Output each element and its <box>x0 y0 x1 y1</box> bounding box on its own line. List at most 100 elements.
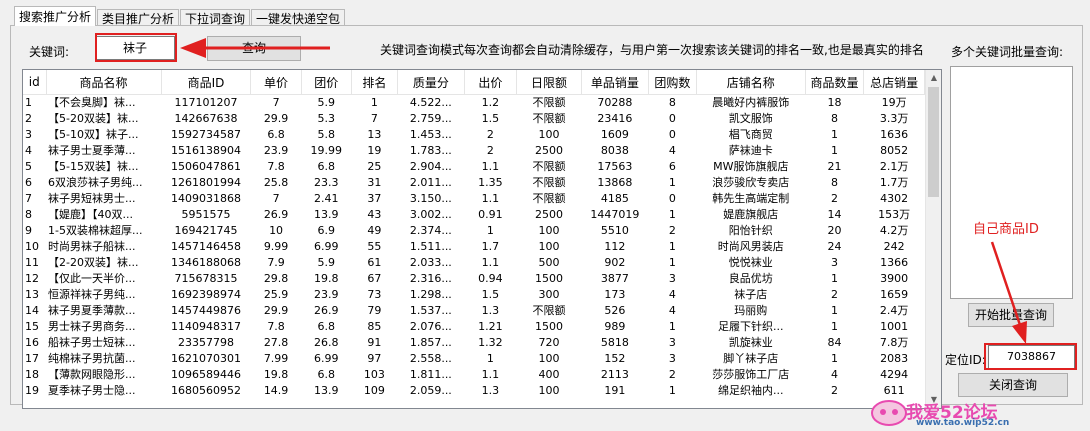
table-cell: 夏季袜子男士隐... <box>48 384 136 397</box>
tab-category-promotion[interactable]: 类目推广分析 <box>97 9 180 26</box>
locate-id-input[interactable]: 7038867 <box>988 345 1075 369</box>
table-scrollbar[interactable]: ▲ ▼ <box>925 70 941 408</box>
table-cell: 526 <box>604 304 626 317</box>
column-header[interactable]: 单价 <box>250 70 302 95</box>
query-button[interactable]: 查询 <box>207 36 301 61</box>
column-header[interactable]: 总店销量 <box>863 70 925 95</box>
tab-search-promotion[interactable]: 搜索推广分析 <box>14 6 97 26</box>
table-cell: 18 <box>827 96 842 109</box>
column-header[interactable]: 质量分 <box>397 70 465 95</box>
table-row[interactable]: 7 袜子男短袜男士... 1409031868 7 2.41 37 3.150... 1.1 不… <box>23 191 925 207</box>
table-cell: 1609 <box>600 128 629 141</box>
table-cell: 1.857... <box>409 336 452 349</box>
table-row[interactable]: 15 男士袜子男商务... 1140948317 7.8 6.8 85 2.076... 1.… <box>23 319 925 335</box>
table-row[interactable]: 5 【5-15双装】袜... 1506047861 7.8 6.8 25 2.904... 1… <box>23 159 925 175</box>
table-row[interactable]: 8 【媞鹿】【40双... 5951575 26.9 13.9 43 3.002... 0.9… <box>23 207 925 223</box>
table-row[interactable]: 19 夏季袜子男士隐... 1680560952 14.9 13.9 109 2.059..… <box>23 383 925 399</box>
table-cell: 100 <box>538 352 560 365</box>
table-cell: 3.150... <box>409 192 452 205</box>
table-row[interactable]: 4 袜子男士夏季薄... 1516138904 23.9 19.99 19 1.783...… <box>23 143 925 159</box>
table-cell: 902 <box>604 256 626 269</box>
column-header[interactable]: 单品销量 <box>581 70 649 95</box>
column-header[interactable]: 出价 <box>464 70 518 95</box>
table-row[interactable]: 10 时尚男袜子船袜... 1457146458 9.99 6.99 55 1.511...… <box>23 239 925 255</box>
table-row[interactable]: 18 【薄款网眼隐形... 1096589446 19.8 6.8 103 1.811...… <box>23 367 925 383</box>
table-cell: 3877 <box>600 272 629 285</box>
scroll-up-icon[interactable]: ▲ <box>926 70 941 86</box>
column-header[interactable]: 商品名称 <box>46 70 162 95</box>
keyword-input[interactable]: 袜子 <box>95 36 175 60</box>
table-cell: 1366 <box>880 256 909 269</box>
table-cell: 2 <box>486 128 494 141</box>
table-cell: 6.8 <box>317 368 336 381</box>
tab-dropdown-query[interactable]: 下拉词查询 <box>180 9 251 26</box>
table-cell: 4.2万 <box>879 224 909 237</box>
table-cell: 1.5 <box>481 288 500 301</box>
table-cell: 6.8 <box>317 320 336 333</box>
partial-hidden-button[interactable]: 关闭查询 <box>958 373 1068 397</box>
table-cell: 良品优坊 <box>728 272 773 285</box>
table-cell: 3.002... <box>409 208 452 221</box>
table-cell: 1.783... <box>409 144 452 157</box>
table-row[interactable]: 3 【5-10双】袜子... 1592734587 6.8 5.8 13 1.453... 2… <box>23 127 925 143</box>
column-header[interactable]: 团购数 <box>648 70 697 95</box>
table-cell: 23357798 <box>178 336 234 349</box>
scroll-thumb[interactable] <box>928 87 939 197</box>
table-cell: 不限额 <box>532 192 566 205</box>
table-cell: 1.298... <box>409 288 452 301</box>
table-row[interactable]: 6 6双浪莎袜子男纯... 1261801994 25.8 23.3 31 2.011...… <box>23 175 925 191</box>
table-row[interactable]: 13 恒源祥袜子男纯... 1692398974 25.9 23.9 73 1.298...… <box>23 287 925 303</box>
table-cell: 112 <box>604 240 626 253</box>
column-header[interactable]: 团价 <box>301 70 352 95</box>
table-cell: 5 <box>25 160 32 173</box>
batch-keywords-textarea[interactable] <box>950 66 1073 299</box>
table-cell: 1.3 <box>481 304 500 317</box>
table-cell: 7 <box>25 192 32 205</box>
table-cell: 1 <box>668 256 676 269</box>
table-cell: 7.8 <box>267 160 285 173</box>
column-header[interactable]: 排名 <box>351 70 398 95</box>
table-row[interactable]: 2 【5-20双装】袜... 142667638 29.9 5.3 7 2.759... 1.… <box>23 111 925 127</box>
table-row[interactable]: 9 1-5双装棉袜超厚... 169421745 10 6.9 49 2.374... 1 10… <box>23 223 925 239</box>
table-cell: 2 <box>668 224 676 237</box>
table-row[interactable]: 14 袜子男夏季薄款... 1457449876 29.9 26.9 79 1.537...… <box>23 303 925 319</box>
watermark-icon <box>871 400 907 426</box>
table-cell: 13 <box>367 128 382 141</box>
column-header[interactable]: 日限额 <box>516 70 582 95</box>
table-cell: 萨袜迪卡 <box>728 144 773 157</box>
tab-express-package[interactable]: 一键发快递空包 <box>251 9 346 26</box>
table-cell: 1 <box>668 176 676 189</box>
start-batch-query-button[interactable]: 开始批量查询 <box>968 303 1054 327</box>
table-cell: 103 <box>363 368 385 381</box>
table-cell: 100 <box>538 240 560 253</box>
table-cell: 9 <box>25 224 32 237</box>
table-cell: 时尚男袜子船袜... <box>48 240 136 253</box>
column-header[interactable]: 商品数量 <box>805 70 865 95</box>
table-cell: 3 <box>668 272 676 285</box>
table-row[interactable]: 16 船袜子男士短袜... 23357798 27.8 26.8 91 1.857... 1.… <box>23 335 925 351</box>
table-cell: 989 <box>604 320 626 333</box>
table-cell: 14 <box>25 304 39 317</box>
column-header[interactable]: 商品ID <box>161 70 252 95</box>
table-cell: 169421745 <box>174 224 238 237</box>
table-cell: 13.9 <box>314 384 339 397</box>
table-cell: 2 <box>486 144 494 157</box>
table-cell: 91 <box>367 336 382 349</box>
table-cell: 8 <box>830 176 838 189</box>
table-cell: 29.9 <box>263 112 289 125</box>
table-cell: 25.9 <box>263 288 289 301</box>
table-cell: 1.32 <box>478 336 503 349</box>
table-cell: 阳怡针织 <box>728 224 773 237</box>
table-row[interactable]: 12 【仅此一天半价... 715678315 29.8 19.8 67 2.316... 0… <box>23 271 925 287</box>
results-table[interactable]: id 商品名称 商品ID 单价 团价 排名 质量分 出价 日限额 单品销量 团购数 店铺名称 商品数量总… <box>22 69 942 409</box>
column-header[interactable]: id <box>23 70 47 95</box>
table-cell: 84 <box>827 336 842 349</box>
table-cell: 4302 <box>880 192 909 205</box>
watermark-url: www.tao.wip52.cn <box>916 418 1010 428</box>
table-cell: 17563 <box>597 160 633 173</box>
table-row[interactable]: 11 【2-20双装】袜... 1346188068 7.9 5.9 61 2.033...… <box>23 255 925 271</box>
table-row[interactable]: 1 【不会臭脚】袜... 117101207 7 5.9 1 4.522... 1.2 不限额 7… <box>23 95 925 112</box>
table-row[interactable]: 17 纯棉袜子男抗菌... 1621070301 7.99 6.99 97 2.558...… <box>23 351 925 367</box>
table-cell: 4 <box>25 144 32 157</box>
column-header[interactable]: 店铺名称 <box>696 70 806 95</box>
